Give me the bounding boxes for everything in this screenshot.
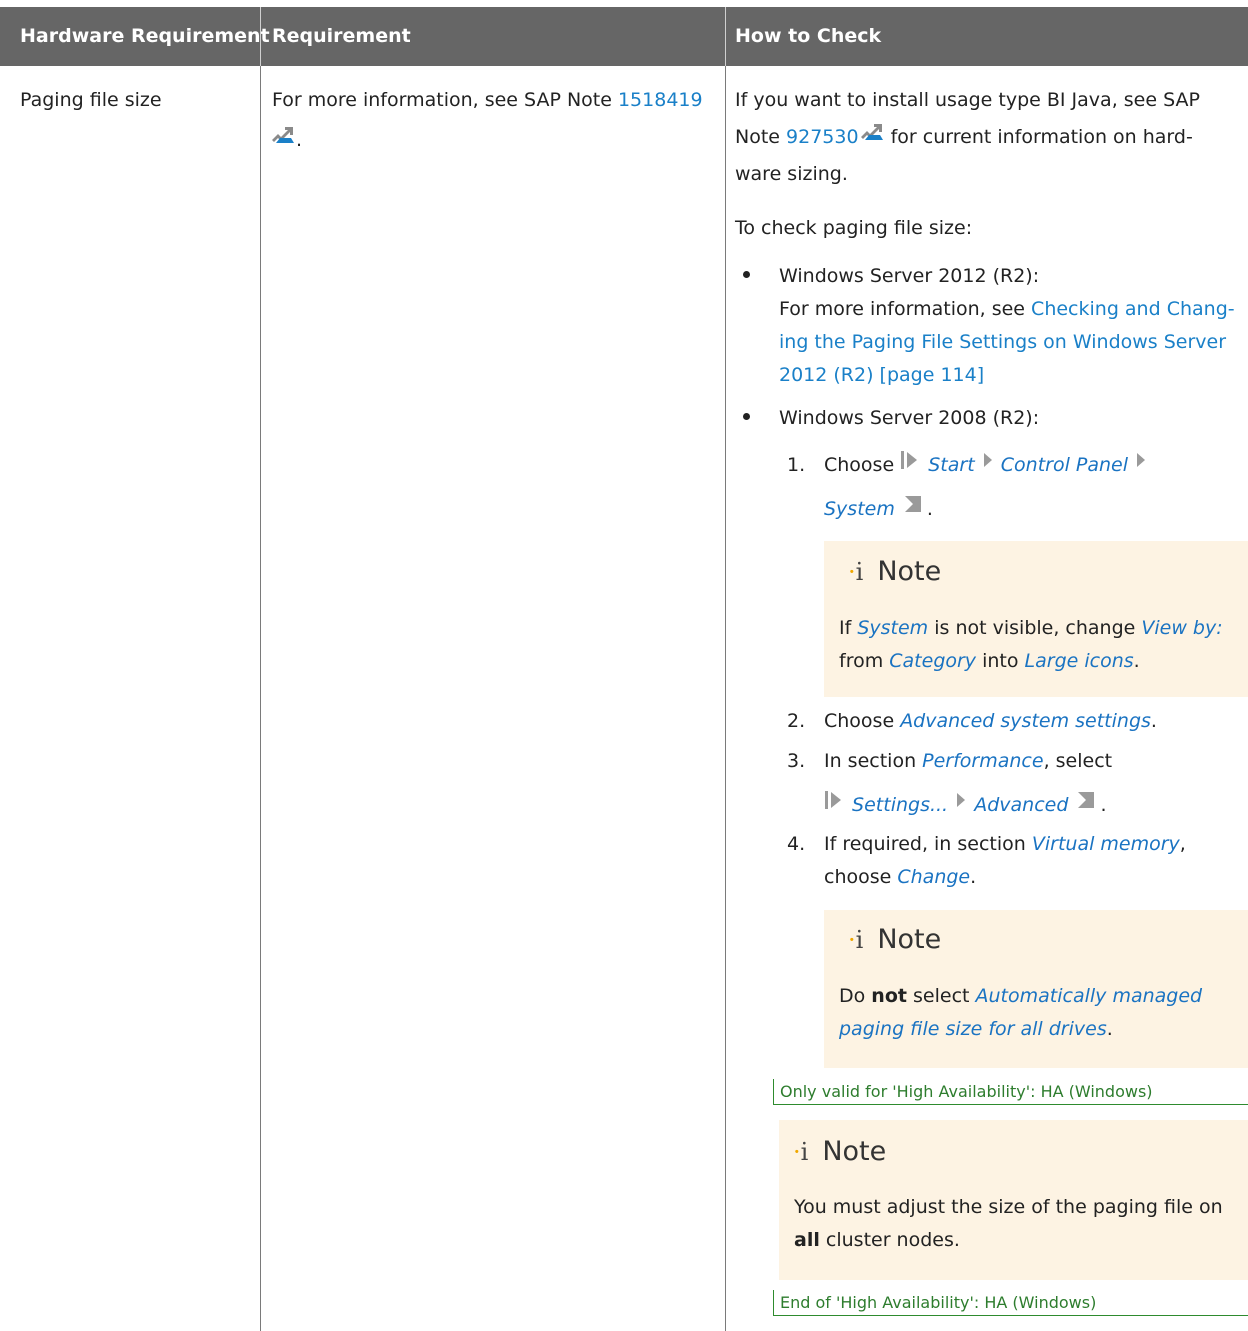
menu-path-start-icon [824, 789, 846, 822]
header-hardware-requirement: Hardware Requirement [20, 25, 270, 47]
step-number: 1. [787, 454, 806, 476]
info-icon: ·i [848, 926, 864, 954]
note-title: ·i Note [793, 1136, 887, 1167]
checking-paging-file-link-cont[interactable]: ing the Paging File Settings on Windows … [779, 331, 1226, 353]
step-4: If required, in section Virtual memory, … [824, 833, 1186, 888]
info-icon: ·i [793, 1138, 809, 1166]
how-to-check-intro: If you want to install usage type BI Jav… [735, 89, 1200, 185]
menu-item-control-panel[interactable]: Control Panel [1001, 454, 1128, 476]
hardware-requirement-cell: Paging file size [20, 89, 162, 111]
note-1-text: If System is not visible, change View by… [839, 617, 1223, 672]
menu-item-start[interactable]: Start [928, 454, 974, 476]
requirement-cell-line2: . [270, 124, 302, 157]
checking-paging-file-link-page[interactable]: 2012 (R2) [page 114] [779, 364, 984, 386]
note-title: ·i Note [848, 924, 942, 955]
bullet-point [743, 413, 750, 420]
step-3-path: Settings... Advanced . [824, 789, 1106, 822]
menu-path-end-icon [901, 493, 927, 526]
menu-path-end-icon [1074, 789, 1100, 822]
step-number: 3. [787, 750, 806, 772]
header-divider [725, 7, 726, 66]
note-title: ·i Note [848, 556, 942, 587]
header-requirement: Requirement [272, 25, 411, 47]
info-icon: ·i [848, 558, 864, 586]
requirement-cell: For more information, see SAP Note 15184… [272, 89, 703, 111]
column-divider [725, 7, 726, 1331]
step-number: 2. [787, 710, 806, 732]
note-3-text: You must adjust the size of the paging f… [794, 1196, 1223, 1251]
step-1-cont: System . [824, 493, 933, 526]
step-number: 4. [787, 833, 806, 855]
step-1: Choose Start Control Panel [824, 449, 1148, 482]
header-divider [260, 7, 261, 66]
step-2: Choose Advanced system settings. [824, 710, 1157, 732]
menu-item-settings[interactable]: Settings... [852, 794, 948, 816]
bullet-windows-2012: Windows Server 2012 (R2): For more infor… [779, 265, 1235, 386]
menu-path-start-icon [900, 449, 922, 482]
sap-note-link[interactable]: 1518419 [618, 89, 703, 111]
menu-item-system[interactable]: System [824, 498, 895, 520]
external-link-icon[interactable] [859, 121, 885, 154]
checking-paging-file-link[interactable]: Checking and Chang- [1031, 298, 1235, 320]
menu-path-arrow-icon [1134, 449, 1148, 482]
check-intro: To check paging file size: [735, 217, 973, 239]
menu-item-advanced[interactable]: Advanced [974, 794, 1068, 816]
header-how-to-check: How to Check [735, 25, 882, 47]
external-link-icon[interactable] [270, 124, 296, 157]
ha-end-marker: End of 'High Availability': HA (Windows) [773, 1290, 1248, 1316]
bullet-windows-2008: Windows Server 2008 (R2): [779, 407, 1040, 429]
sap-note-link-927530[interactable]: 927530 [786, 126, 859, 148]
bullet-point [743, 271, 750, 278]
step-3: In section Performance, select [824, 750, 1113, 772]
note-2-text: Do not select Automatically managed pagi… [839, 985, 1203, 1040]
ha-start-marker: Only valid for 'High Availability': HA (… [773, 1079, 1248, 1105]
column-divider [260, 7, 261, 1331]
menu-path-arrow-icon [981, 449, 995, 482]
menu-path-arrow-icon [954, 789, 968, 822]
